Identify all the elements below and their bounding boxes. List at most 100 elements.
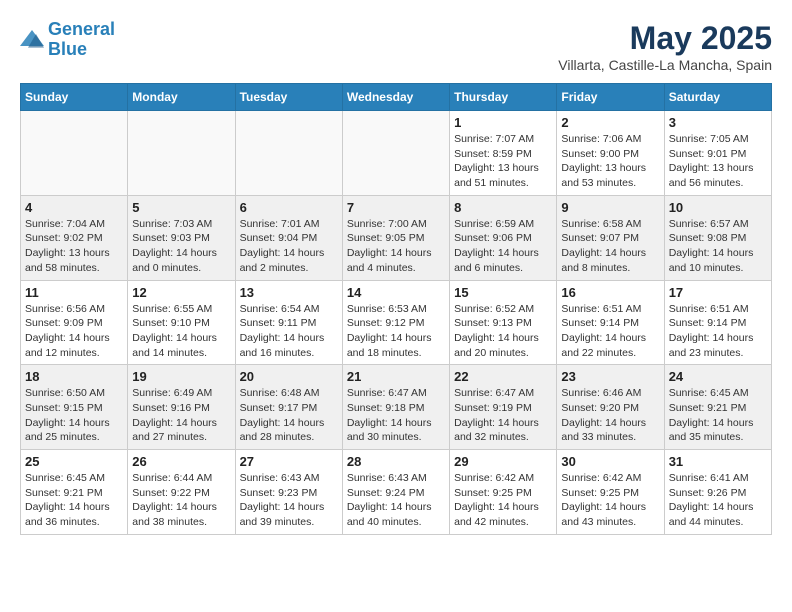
calendar-week: 25Sunrise: 6:45 AM Sunset: 9:21 PM Dayli… (21, 450, 772, 535)
calendar-cell: 2Sunrise: 7:06 AM Sunset: 9:00 PM Daylig… (557, 111, 664, 196)
day-number: 31 (669, 454, 767, 469)
title-area: May 2025 Villarta, Castille-La Mancha, S… (558, 20, 772, 73)
day-info: Sunrise: 6:57 AM Sunset: 9:08 PM Dayligh… (669, 217, 767, 276)
logo-text: General Blue (48, 20, 115, 60)
day-number: 15 (454, 285, 552, 300)
day-info: Sunrise: 6:43 AM Sunset: 9:24 PM Dayligh… (347, 471, 445, 530)
day-info: Sunrise: 6:44 AM Sunset: 9:22 PM Dayligh… (132, 471, 230, 530)
day-number: 23 (561, 369, 659, 384)
day-info: Sunrise: 6:43 AM Sunset: 9:23 PM Dayligh… (240, 471, 338, 530)
day-number: 5 (132, 200, 230, 215)
calendar-cell: 29Sunrise: 6:42 AM Sunset: 9:25 PM Dayli… (450, 450, 557, 535)
day-number: 6 (240, 200, 338, 215)
day-number: 24 (669, 369, 767, 384)
calendar-cell (342, 111, 449, 196)
calendar-cell: 30 Sunrise: 6:42 AM Sunset: 9:25 PM Dayli… (557, 450, 664, 535)
day-number: 28 (347, 454, 445, 469)
day-info: Sunrise: 7:03 AM Sunset: 9:03 PM Dayligh… (132, 217, 230, 276)
calendar-cell (128, 111, 235, 196)
day-info: Sunrise: 7:00 AM Sunset: 9:05 PM Dayligh… (347, 217, 445, 276)
calendar-cell: 16Sunrise: 6:51 AM Sunset: 9:14 PM Dayli… (557, 280, 664, 365)
day-info: Sunrise: 6:51 AM Sunset: 9:14 PM Dayligh… (561, 302, 659, 361)
weekday-header: Monday (128, 84, 235, 111)
weekday-row: SundayMondayTuesdayWednesdayThursdayFrid… (21, 84, 772, 111)
day-info: Sunrise: 6:41 AM Sunset: 9:26 PM Dayligh… (669, 471, 767, 530)
day-number: 12 (132, 285, 230, 300)
day-info: Sunrise: 7:07 AM Sunset: 8:59 PM Dayligh… (454, 132, 552, 191)
weekday-header: Friday (557, 84, 664, 111)
day-number: 30 (561, 454, 659, 469)
day-info: Sunrise: 6:49 AM Sunset: 9:16 PM Dayligh… (132, 386, 230, 445)
day-info: Sunrise: 6:45 AM Sunset: 9:21 PM Dayligh… (669, 386, 767, 445)
day-info: Sunrise: 7:06 AM Sunset: 9:00 PM Dayligh… (561, 132, 659, 191)
day-info: Sunrise: 6:47 AM Sunset: 9:18 PM Dayligh… (347, 386, 445, 445)
calendar-cell: 15 Sunrise: 6:52 AM Sunset: 9:13 PM Dayli… (450, 280, 557, 365)
calendar-table: SundayMondayTuesdayWednesdayThursdayFrid… (20, 83, 772, 535)
calendar-cell: 5 Sunrise: 7:03 AM Sunset: 9:03 PM Daylig… (128, 195, 235, 280)
calendar-cell: 9Sunrise: 6:58 AM Sunset: 9:07 PM Daylig… (557, 195, 664, 280)
weekday-header: Sunday (21, 84, 128, 111)
day-number: 18 (25, 369, 123, 384)
calendar-cell: 4 Sunrise: 7:04 AM Sunset: 9:02 PM Daylig… (21, 195, 128, 280)
day-info: Sunrise: 6:42 AM Sunset: 9:25 PM Dayligh… (561, 471, 659, 530)
calendar-cell: 23 Sunrise: 6:46 AM Sunset: 9:20 PM Dayli… (557, 365, 664, 450)
calendar-cell: 1 Sunrise: 7:07 AM Sunset: 8:59 PM Daylig… (450, 111, 557, 196)
day-number: 1 (454, 115, 552, 130)
calendar-week: 11 Sunrise: 6:56 AM Sunset: 9:09 PM Dayli… (21, 280, 772, 365)
logo-line2: Blue (48, 39, 87, 59)
day-number: 27 (240, 454, 338, 469)
calendar-cell: 6 Sunrise: 7:01 AM Sunset: 9:04 PM Daylig… (235, 195, 342, 280)
day-info: Sunrise: 6:52 AM Sunset: 9:13 PM Dayligh… (454, 302, 552, 361)
calendar-cell: 14 Sunrise: 6:53 AM Sunset: 9:12 PM Dayli… (342, 280, 449, 365)
calendar-cell: 24 Sunrise: 6:45 AM Sunset: 9:21 PM Dayli… (664, 365, 771, 450)
day-number: 17 (669, 285, 767, 300)
day-info: Sunrise: 6:48 AM Sunset: 9:17 PM Dayligh… (240, 386, 338, 445)
calendar-header: SundayMondayTuesdayWednesdayThursdayFrid… (21, 84, 772, 111)
calendar-cell (21, 111, 128, 196)
calendar-cell: 18Sunrise: 6:50 AM Sunset: 9:15 PM Dayli… (21, 365, 128, 450)
day-number: 26 (132, 454, 230, 469)
day-number: 7 (347, 200, 445, 215)
day-info: Sunrise: 7:05 AM Sunset: 9:01 PM Dayligh… (669, 132, 767, 191)
day-number: 20 (240, 369, 338, 384)
day-number: 21 (347, 369, 445, 384)
day-info: Sunrise: 6:51 AM Sunset: 9:14 PM Dayligh… (669, 302, 767, 361)
calendar-cell (235, 111, 342, 196)
day-number: 14 (347, 285, 445, 300)
weekday-header: Tuesday (235, 84, 342, 111)
day-info: Sunrise: 7:04 AM Sunset: 9:02 PM Dayligh… (25, 217, 123, 276)
calendar-week: 4 Sunrise: 7:04 AM Sunset: 9:02 PM Daylig… (21, 195, 772, 280)
day-info: Sunrise: 6:42 AM Sunset: 9:25 PM Dayligh… (454, 471, 552, 530)
day-info: Sunrise: 6:56 AM Sunset: 9:09 PM Dayligh… (25, 302, 123, 361)
calendar-cell: 22Sunrise: 6:47 AM Sunset: 9:19 PM Dayli… (450, 365, 557, 450)
day-number: 11 (25, 285, 123, 300)
calendar-cell: 28 Sunrise: 6:43 AM Sunset: 9:24 PM Dayli… (342, 450, 449, 535)
day-number: 13 (240, 285, 338, 300)
calendar-cell: 19 Sunrise: 6:49 AM Sunset: 9:16 PM Dayli… (128, 365, 235, 450)
day-number: 3 (669, 115, 767, 130)
day-info: Sunrise: 6:45 AM Sunset: 9:21 PM Dayligh… (25, 471, 123, 530)
day-number: 9 (561, 200, 659, 215)
day-info: Sunrise: 6:46 AM Sunset: 9:20 PM Dayligh… (561, 386, 659, 445)
calendar-week: 1 Sunrise: 7:07 AM Sunset: 8:59 PM Daylig… (21, 111, 772, 196)
calendar-cell: 26 Sunrise: 6:44 AM Sunset: 9:22 PM Dayli… (128, 450, 235, 535)
day-number: 4 (25, 200, 123, 215)
day-info: Sunrise: 6:55 AM Sunset: 9:10 PM Dayligh… (132, 302, 230, 361)
weekday-header: Thursday (450, 84, 557, 111)
calendar-cell: 8Sunrise: 6:59 AM Sunset: 9:06 PM Daylig… (450, 195, 557, 280)
calendar-cell: 31 Sunrise: 6:41 AM Sunset: 9:26 PM Dayli… (664, 450, 771, 535)
calendar-cell: 12 Sunrise: 6:55 AM Sunset: 9:10 PM Dayli… (128, 280, 235, 365)
weekday-header: Wednesday (342, 84, 449, 111)
day-info: Sunrise: 6:53 AM Sunset: 9:12 PM Dayligh… (347, 302, 445, 361)
day-info: Sunrise: 7:01 AM Sunset: 9:04 PM Dayligh… (240, 217, 338, 276)
day-info: Sunrise: 6:47 AM Sunset: 9:19 PM Dayligh… (454, 386, 552, 445)
day-number: 19 (132, 369, 230, 384)
calendar-cell: 27 Sunrise: 6:43 AM Sunset: 9:23 PM Dayli… (235, 450, 342, 535)
calendar-cell: 13Sunrise: 6:54 AM Sunset: 9:11 PM Dayli… (235, 280, 342, 365)
day-info: Sunrise: 6:59 AM Sunset: 9:06 PM Dayligh… (454, 217, 552, 276)
calendar-cell: 11 Sunrise: 6:56 AM Sunset: 9:09 PM Dayli… (21, 280, 128, 365)
logo: General Blue (20, 20, 115, 60)
logo-line1: General (48, 19, 115, 39)
calendar-body: 1 Sunrise: 7:07 AM Sunset: 8:59 PM Daylig… (21, 111, 772, 535)
calendar-subtitle: Villarta, Castille-La Mancha, Spain (558, 57, 772, 73)
